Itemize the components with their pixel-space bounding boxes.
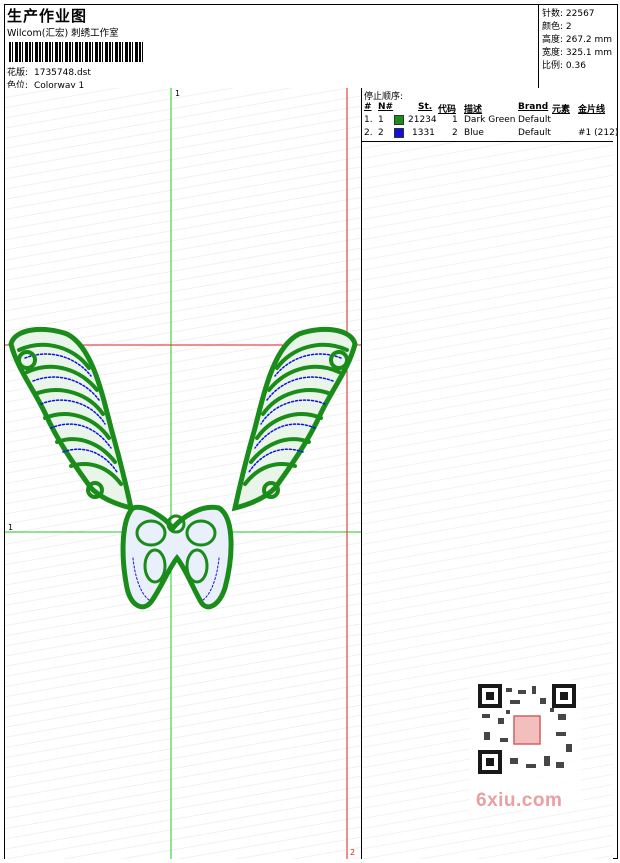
butterfly-design (8, 326, 358, 610)
col-stitches: St. (418, 102, 433, 112)
row-code: 2 (452, 128, 458, 138)
col-needle: N# (378, 102, 394, 112)
sheet-title: 生产作业图 (7, 7, 88, 25)
design-scale: 比例: 0.36 (542, 61, 586, 71)
watermark-text: 6xiu.com (476, 790, 563, 811)
row-needle: 1 (378, 115, 384, 125)
row-index: 1. (364, 115, 373, 125)
row-brand: Default (518, 115, 551, 125)
top-guide-marker: 1 (175, 89, 181, 98)
row-code: 1 (452, 115, 458, 125)
color-count: 颜色: 2 (542, 22, 572, 32)
row-description: Dark Green (464, 115, 516, 125)
stop-sequence-title: 停止顺序: (364, 92, 404, 102)
thread-color-swatch (394, 128, 404, 138)
row-description: Blue (464, 128, 484, 138)
seal-stamp (513, 715, 541, 745)
col-brand: Brand (518, 102, 549, 112)
col-description: 描述 (464, 105, 483, 115)
row-brand: Default (518, 128, 551, 138)
stop-sequence-table: 停止顺序: # N# St. 代码 描述 Brand 元素 金片线 1. 1 2… (362, 88, 618, 142)
header-info: 生产作业图 Wilcom(汇宏) 刺绣工作室 花版: 1735748.dst 色位… (5, 5, 538, 91)
col-index: # (364, 102, 372, 112)
design-stats: 针数: 22567 颜色: 2 高度: 267.2 mm 宽度: 325.1 m… (538, 5, 614, 88)
col-sequin: 金片线 (578, 105, 606, 115)
row-stitches: 1331 (412, 128, 435, 138)
bottom-guide-marker: 2 (350, 848, 356, 857)
col-element: 元素 (552, 105, 571, 115)
row-sequin: #1 (212) (578, 128, 619, 138)
design-file: 1735748.dst (34, 68, 91, 78)
row-needle: 2 (378, 128, 384, 138)
col-code: 代码 (438, 105, 457, 115)
design-height: 高度: 267.2 mm (542, 35, 613, 45)
thread-color-swatch (394, 115, 404, 125)
barcode (9, 42, 145, 62)
design-label: 花版: (7, 68, 29, 78)
design-canvas: 1 1 2 (5, 88, 362, 859)
left-guide-marker: 1 (8, 523, 14, 532)
qr-code-graphic (478, 684, 576, 774)
design-width: 宽度: 325.1 mm (542, 48, 613, 58)
design-file-row: 花版: 1735748.dst (7, 65, 91, 78)
stitch-count: 针数: 22567 (542, 9, 595, 19)
studio-name: Wilcom(汇宏) 刺绣工作室 (7, 28, 119, 39)
embroidery-preview (5, 88, 361, 859)
row-stitches: 21234 (408, 115, 437, 125)
row-index: 2. (364, 128, 373, 138)
